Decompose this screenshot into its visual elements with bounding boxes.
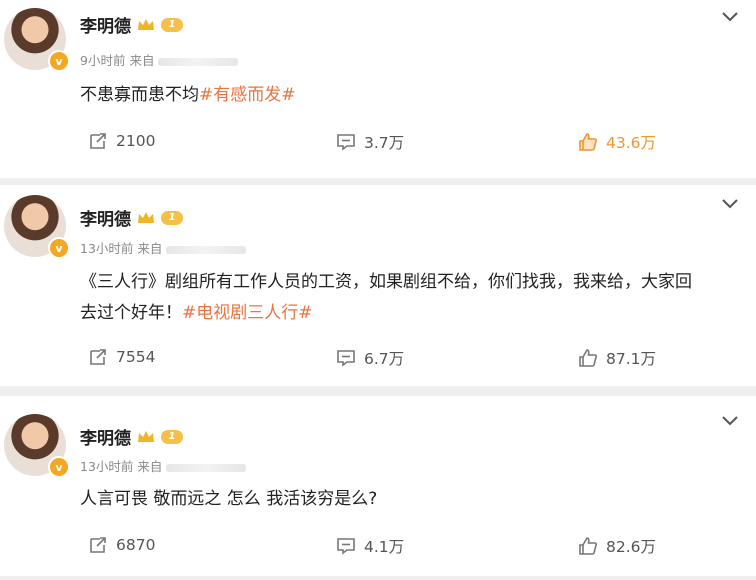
source-prefix: 来自 [137,459,163,474]
source-prefix: 来自 [137,241,163,256]
comment-button[interactable]: 3.7万 [336,131,404,153]
like-icon [579,133,597,151]
repost-button[interactable]: 7554 [88,347,155,367]
verified-badge-icon: v [48,456,70,478]
repost-count: 7554 [116,348,156,366]
post-meta: 13小时前 来自 [80,456,247,475]
verified-badge-icon: v [48,237,70,259]
source-blurred [166,463,247,472]
level-badge: 1 [161,210,183,225]
post-text-body: 人言可畏 敬而远之 怎么 我活该穷是么? [80,489,378,509]
post-time[interactable]: 9小时前 [80,53,125,68]
like-icon [579,537,597,555]
post-text-line: 《三人行》剧组所有工作人员的工资，如果剧组不给，你们找我，我来给，大家回 [80,272,692,292]
comment-button[interactable]: 6.7万 [336,347,404,369]
avatar[interactable]: v [4,8,70,72]
post-text-body: 不患寡而患不均 [80,85,199,105]
source-blurred [158,57,239,66]
author-name[interactable]: 李明德 [80,12,131,37]
repost-icon [90,133,106,149]
like-icon [579,349,597,367]
crown-icon [138,430,154,442]
action-bar: 7554 6.7万 87.1万 [0,347,756,371]
post-time[interactable]: 13小时前 [80,459,133,474]
repost-count: 6870 [116,536,156,554]
level-badge: 1 [161,17,183,32]
post-card: v 李明德 1 13小时前 来自 人言可畏 敬而远之 怎么 我活该穷是么? 68… [0,396,756,576]
comment-icon [337,134,355,151]
post-meta: 13小时前 来自 [80,238,247,257]
post-text: 人言可畏 敬而远之 怎么 我活该穷是么? [80,484,726,515]
post-card: v 李明德 1 13小时前 来自 《三人行》剧组所有工作人员的工资，如果剧组不给… [0,185,756,386]
post-card: v 李明德 1 9小时前 来自 不患寡而患不均#有感而发# 2100 3.7万 … [0,0,756,178]
crown-icon [138,211,154,223]
chevron-down-icon[interactable] [722,199,738,209]
avatar[interactable]: v [4,414,70,478]
comment-count: 4.1万 [364,538,405,556]
comment-icon [337,350,355,367]
chevron-down-icon[interactable] [722,416,738,426]
post-text-line: 去过个好年！ [80,303,182,323]
comment-button[interactable]: 4.1万 [336,535,404,557]
like-count: 87.1万 [606,350,657,368]
repost-icon [90,349,106,365]
like-count: 43.6万 [606,134,657,152]
repost-count: 2100 [116,132,156,150]
post-meta: 9小时前 来自 [80,50,239,69]
author-name[interactable]: 李明德 [80,424,131,449]
post-text: 不患寡而患不均#有感而发# [80,80,726,111]
crown-icon [138,18,154,30]
like-button[interactable]: 43.6万 [578,131,656,153]
post-text: 《三人行》剧组所有工作人员的工资，如果剧组不给，你们找我，我来给，大家回 去过个… [80,267,726,329]
level-badge: 1 [161,429,183,444]
chevron-down-icon[interactable] [722,12,738,22]
comment-icon [337,538,355,555]
repost-icon [90,537,106,553]
like-count: 82.6万 [606,538,657,556]
topic-link[interactable]: #电视剧三人行# [182,303,313,323]
avatar[interactable]: v [4,195,70,259]
like-button[interactable]: 87.1万 [578,347,656,369]
like-button[interactable]: 82.6万 [578,535,656,557]
action-bar: 6870 4.1万 82.6万 [0,535,756,559]
action-bar: 2100 3.7万 43.6万 [0,131,756,155]
verified-badge-icon: v [48,50,70,72]
post-time[interactable]: 13小时前 [80,241,133,256]
source-prefix: 来自 [129,53,155,68]
repost-button[interactable]: 2100 [88,131,155,151]
repost-button[interactable]: 6870 [88,535,155,555]
source-blurred [166,245,247,254]
author-name[interactable]: 李明德 [80,205,131,230]
comment-count: 3.7万 [364,134,405,152]
topic-link[interactable]: #有感而发# [199,85,296,105]
comment-count: 6.7万 [364,350,405,368]
